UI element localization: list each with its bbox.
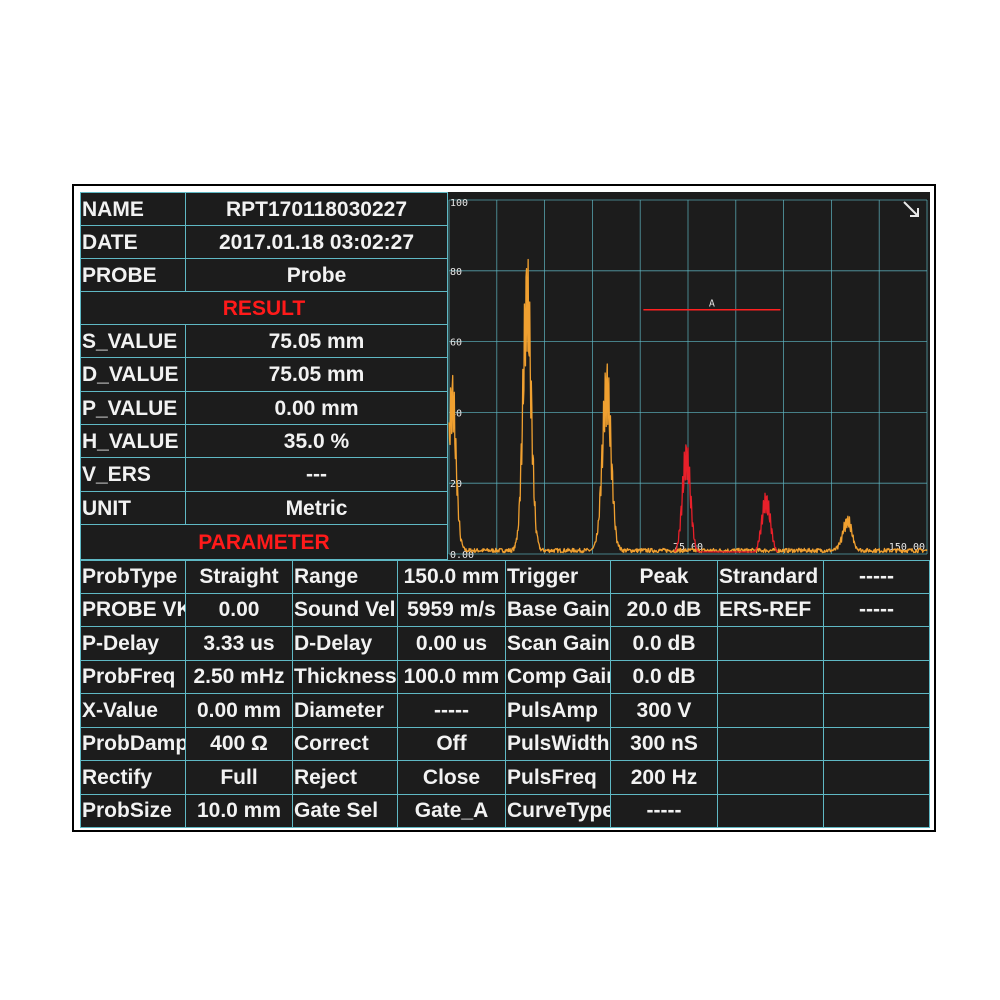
d-value-label: D_VALUE [80,358,186,392]
date-value: 2017.01.18 03:02:27 [186,226,448,259]
param-label-r4-c0: X-Value [80,694,186,728]
param-value-r3-c5: 0.0 dB [611,660,718,694]
param-value-r4-c1: 0.00 mm [186,694,293,728]
y-tick-label: 100 [450,198,468,209]
param-label-r2-c4: Scan Gain [506,627,611,661]
param-value-r6-c5: 200 Hz [611,761,718,795]
p-value: 0.00 mm [186,392,448,425]
param-label-r1-c2: Sound Vel [293,593,398,627]
p-value-label: P_VALUE [80,392,186,425]
param-value-r3-c7 [824,660,930,694]
param-value-r1-c3: 5959 m/s [398,593,506,627]
y-tick-label: 80 [450,267,462,278]
param-value-r0-c5: Peak [611,560,718,594]
param-value-r5-c1: 400 Ω [186,727,293,761]
param-value-r5-c3: Off [398,727,506,761]
param-value-r7-c5: ----- [611,794,718,828]
param-label-r6-c0: Rectify [80,761,186,795]
param-label-r3-c0: ProbFreq [80,660,186,694]
param-label-r1-c4: Base Gain [506,593,611,627]
param-label-r1-c0: PROBE VK [80,593,186,627]
param-label-r4-c2: Diameter [293,694,398,728]
param-label-r0-c0: ProbType [80,560,186,594]
param-label-r1-c6: ERS-REF [718,593,824,627]
param-label-r6-c4: PulsFreq [506,761,611,795]
param-value-r0-c1: Straight [186,560,293,594]
param-value-r2-c3: 0.00 us [398,627,506,661]
name-label: NAME [80,192,186,226]
a-scan-svg: 100806040200.0075.00 150.00A [448,198,928,560]
param-value-r3-c3: 100.0 mm [398,660,506,694]
y-tick-label: 60 [450,338,462,349]
param-label-r5-c6 [718,727,824,761]
v-ers-label: V_ERS [80,458,186,492]
param-label-r3-c2: Thickness [293,660,398,694]
h-value: 35.0 % [186,425,448,458]
param-value-r7-c3: Gate_A [398,794,506,828]
probe-label: PROBE [80,259,186,292]
unit-value: Metric [186,492,448,525]
param-value-r6-c3: Close [398,761,506,795]
param-label-r7-c0: ProbSize [80,794,186,828]
param-label-r0-c6: Strandard [718,560,824,594]
param-value-r6-c1: Full [186,761,293,795]
date-label: DATE [80,226,186,259]
param-label-r6-c2: Reject [293,761,398,795]
param-value-r6-c7 [824,761,930,795]
param-value-r1-c1: 0.00 [186,593,293,627]
param-label-r4-c6 [718,694,824,728]
param-value-r2-c5: 0.0 dB [611,627,718,661]
y-tick-label: 20 [450,479,462,490]
param-label-r7-c6 [718,794,824,828]
param-label-r0-c4: Trigger [506,560,611,594]
result-heading: RESULT [80,292,448,325]
v-ers-value: --- [186,458,448,492]
param-label-r2-c2: D-Delay [293,627,398,661]
param-label-r7-c4: CurveType [506,794,611,828]
s-value: 75.05 mm [186,325,448,358]
param-value-r5-c7 [824,727,930,761]
param-value-r1-c5: 20.0 dB [611,593,718,627]
param-label-r5-c2: Correct [293,727,398,761]
param-label-r7-c2: Gate Sel [293,794,398,828]
report-screen: NAME RPT170118030227 DATE 2017.01.18 03:… [80,192,930,828]
name-value: RPT170118030227 [186,192,448,226]
param-label-r3-c6 [718,660,824,694]
y-tick-label: 0.00 [450,550,474,560]
param-value-r0-c7: ----- [824,560,930,594]
probe-value: Probe [186,259,448,292]
param-value-r2-c1: 3.33 us [186,627,293,661]
param-value-r4-c5: 300 V [611,694,718,728]
param-value-r4-c3: ----- [398,694,506,728]
param-label-r0-c2: Range [293,560,398,594]
param-label-r5-c4: PulsWidth [506,727,611,761]
trace-series-2 [674,444,779,553]
param-value-r2-c7 [824,627,930,661]
param-label-r2-c0: P-Delay [80,627,186,661]
resize-arrow-icon [903,201,919,217]
param-value-r1-c7: ----- [824,593,930,627]
param-label-r5-c0: ProbDamp [80,727,186,761]
param-value-r7-c1: 10.0 mm [186,794,293,828]
param-value-r7-c7 [824,794,930,828]
s-value-label: S_VALUE [80,325,186,358]
a-scan-chart: 100 80 60 40 20 0.00 75.00 150.00 A [448,192,930,560]
parameter-heading: PARAMETER [80,525,448,560]
param-label-r6-c6 [718,761,824,795]
d-value: 75.05 mm [186,358,448,392]
param-label-r4-c4: PulsAmp [506,694,611,728]
param-value-r4-c7 [824,694,930,728]
unit-label: UNIT [80,492,186,525]
param-label-r2-c6 [718,627,824,661]
param-label-r3-c4: Comp Gain [506,660,611,694]
param-value-r0-c3: 150.0 mm [398,560,506,594]
param-value-r3-c1: 2.50 mHz [186,660,293,694]
param-value-r5-c5: 300 nS [611,727,718,761]
gate-a-label: A [709,299,715,310]
h-value-label: H_VALUE [80,425,186,458]
